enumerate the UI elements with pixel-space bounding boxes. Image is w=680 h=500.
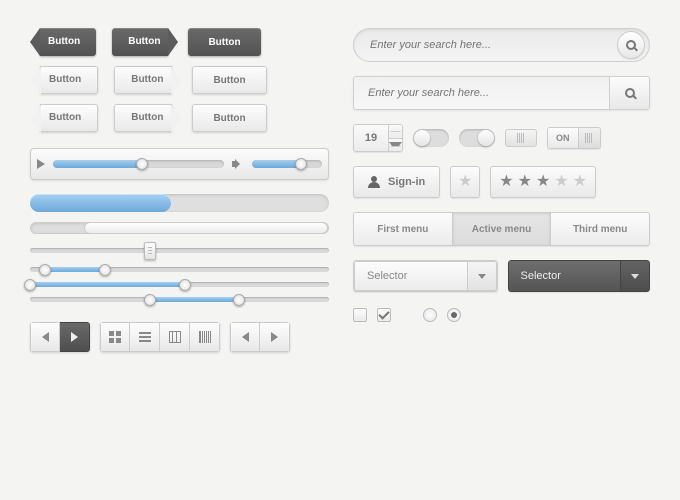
button-label: Button xyxy=(213,113,245,124)
tab-first[interactable]: First menu xyxy=(354,213,452,245)
rating-widget[interactable]: ★ ★ ★ ★ ★ xyxy=(490,166,596,198)
view-mode-group xyxy=(100,322,220,352)
number-stepper: 19 xyxy=(353,124,403,152)
chevron-down-icon xyxy=(478,274,486,279)
selector-light[interactable]: Selector xyxy=(353,260,498,292)
play-icon xyxy=(37,159,45,169)
nav-next-2[interactable] xyxy=(260,322,290,352)
checkbox-checked[interactable] xyxy=(377,308,391,322)
search-submit-rect[interactable] xyxy=(609,77,649,109)
nav-prev[interactable] xyxy=(30,322,60,352)
volume-icon xyxy=(232,159,244,169)
stepper-up[interactable] xyxy=(389,125,402,139)
button-light-arrow-right[interactable]: Button xyxy=(114,66,172,94)
favorite-button[interactable]: ★ xyxy=(450,166,480,198)
on-off-switch[interactable]: ON xyxy=(547,127,601,149)
button-light-arrow-left[interactable]: Button xyxy=(40,66,98,94)
nav-next[interactable] xyxy=(60,322,90,352)
selector-label: Selector xyxy=(354,261,467,291)
nav-prev-next-2 xyxy=(230,322,290,352)
button-label: Button xyxy=(128,28,160,56)
search-rect xyxy=(353,76,650,110)
volume-track[interactable] xyxy=(252,160,322,168)
button-light-arrow-left-2[interactable]: Button xyxy=(40,104,98,132)
button-light[interactable]: Button xyxy=(192,66,266,94)
tab-label: Active menu xyxy=(472,224,531,235)
person-icon xyxy=(368,176,380,188)
star-2[interactable]: ★ xyxy=(518,174,532,190)
button-label: Button xyxy=(49,66,81,94)
search-submit-pill[interactable] xyxy=(617,31,645,59)
star-3[interactable]: ★ xyxy=(536,174,550,190)
search-icon xyxy=(625,88,635,98)
slider-single[interactable] xyxy=(30,248,329,253)
stepper-down[interactable] xyxy=(389,139,402,152)
button-light-arrow-right-2[interactable]: Button xyxy=(114,104,172,132)
playback-track[interactable] xyxy=(53,160,224,168)
button-label: Button xyxy=(49,104,81,132)
signin-button[interactable]: Sign-in xyxy=(353,166,440,198)
search-input-pill[interactable] xyxy=(370,39,617,51)
star-1[interactable]: ★ xyxy=(499,174,513,190)
toggle-square[interactable] xyxy=(505,129,537,147)
selector-dark[interactable]: Selector xyxy=(508,260,651,292)
radio-checked[interactable] xyxy=(447,308,461,322)
tab-third[interactable]: Third menu xyxy=(550,213,649,245)
range-slider-3[interactable] xyxy=(30,297,329,302)
star-4[interactable]: ★ xyxy=(554,174,568,190)
range-slider-1[interactable] xyxy=(30,267,329,272)
button-label: Button xyxy=(213,75,245,86)
signin-label: Sign-in xyxy=(388,176,425,188)
view-grid[interactable] xyxy=(100,322,130,352)
progress-bar-pill xyxy=(30,222,329,234)
list-icon xyxy=(139,332,151,342)
grid-icon xyxy=(109,331,121,343)
progress-bar-large xyxy=(30,194,329,212)
button-light-2[interactable]: Button xyxy=(192,104,266,132)
checkbox-unchecked[interactable] xyxy=(353,308,367,322)
tab-bar: First menu Active menu Third menu xyxy=(353,212,650,246)
nav-prev-next xyxy=(30,322,90,352)
switch-label: ON xyxy=(548,128,578,148)
tab-label: First menu xyxy=(377,224,428,235)
button-dark-arrow-right[interactable]: Button xyxy=(112,28,168,56)
search-input-rect[interactable] xyxy=(354,77,609,109)
tab-label: Third menu xyxy=(573,224,627,235)
button-label: Button xyxy=(208,37,240,48)
button-label: Button xyxy=(48,28,80,56)
search-pill xyxy=(353,28,650,62)
button-label: Button xyxy=(131,104,163,132)
search-icon xyxy=(626,40,636,50)
nav-prev-2[interactable] xyxy=(230,322,260,352)
tab-active[interactable]: Active menu xyxy=(452,213,551,245)
selector-label: Selector xyxy=(508,260,621,292)
range-slider-2[interactable] xyxy=(30,282,329,287)
radio-unchecked[interactable] xyxy=(423,308,437,322)
view-list[interactable] xyxy=(130,322,160,352)
play-button[interactable] xyxy=(37,159,45,169)
button-dark-arrow-left[interactable]: Button xyxy=(40,28,96,56)
star-icon: ★ xyxy=(458,174,472,190)
columns-icon xyxy=(169,331,181,343)
button-dark[interactable]: Button xyxy=(188,28,260,56)
audio-player xyxy=(30,148,329,180)
view-columns[interactable] xyxy=(160,322,190,352)
toggle-round-off[interactable] xyxy=(413,129,449,147)
chevron-down-icon xyxy=(631,274,639,279)
check-radio-group xyxy=(353,308,650,322)
barcode-icon xyxy=(199,331,211,343)
toggle-round-on[interactable] xyxy=(459,129,495,147)
button-label: Button xyxy=(131,66,163,94)
view-barcode[interactable] xyxy=(190,322,220,352)
stepper-value: 19 xyxy=(354,125,388,151)
star-5[interactable]: ★ xyxy=(573,174,587,190)
